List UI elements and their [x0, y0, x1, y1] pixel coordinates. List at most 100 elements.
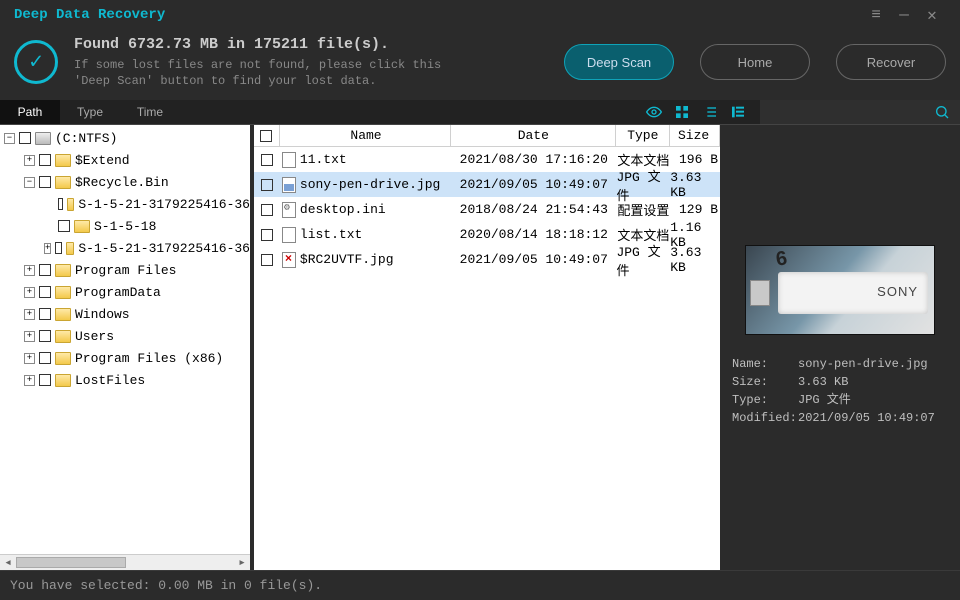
drive-icon	[35, 132, 51, 145]
file-size: 3.63 KB	[670, 172, 720, 197]
file-name: sony-pen-drive.jpg	[300, 177, 440, 192]
tree-expand-icon[interactable]: +	[24, 287, 35, 298]
tree-checkbox[interactable]	[39, 154, 51, 166]
file-checkbox[interactable]	[261, 254, 273, 266]
tree-checkbox[interactable]	[39, 352, 51, 364]
deep-scan-button[interactable]: Deep Scan	[564, 44, 674, 80]
tree-item-label[interactable]: S-1-5-21-3179225416-36	[78, 241, 250, 256]
file-checkbox[interactable]	[261, 154, 273, 166]
file-name: 11.txt	[300, 152, 347, 167]
folder-icon	[55, 352, 71, 365]
scroll-thumb[interactable]	[16, 557, 126, 568]
file-size: 196 B	[670, 147, 720, 172]
tree-checkbox[interactable]	[39, 374, 51, 386]
tree-checkbox[interactable]	[58, 220, 70, 232]
tree-root-label[interactable]: (C:NTFS)	[55, 131, 117, 146]
file-checkbox[interactable]	[261, 229, 273, 241]
meta-type-key: Type:	[732, 391, 798, 409]
tree-expand-icon[interactable]: +	[24, 155, 35, 166]
tree-item-label[interactable]: Windows	[75, 307, 130, 322]
grid-view-icon[interactable]	[668, 100, 696, 124]
select-all-checkbox[interactable]	[260, 130, 272, 142]
tree-checkbox[interactable]	[39, 286, 51, 298]
titlebar: Deep Data Recovery ≡ — ✕	[0, 0, 960, 30]
tree-expand-icon[interactable]: +	[24, 353, 35, 364]
tree-item-label[interactable]: Program Files	[75, 263, 176, 278]
file-list-header: Name Date Type Size	[254, 125, 720, 147]
tree-checkbox[interactable]	[39, 330, 51, 342]
scroll-right-icon[interactable]: ▸	[234, 555, 250, 570]
tree-checkbox[interactable]	[19, 132, 31, 144]
tree-checkbox[interactable]	[39, 264, 51, 276]
meta-size-key: Size:	[732, 373, 798, 391]
tree-checkbox[interactable]	[58, 198, 63, 210]
tree-expand-icon[interactable]: +	[44, 243, 51, 254]
col-type[interactable]: Type	[616, 125, 670, 146]
tree-collapse-icon[interactable]: −	[24, 177, 35, 188]
tree-item-label[interactable]: Program Files (x86)	[75, 351, 223, 366]
file-name: $RC2UVTF.jpg	[300, 252, 394, 267]
hint-line-1: If some lost files are not found, please…	[74, 57, 538, 73]
folder-tree[interactable]: − (C:NTFS) + $Extend − $Recycle.Bin S-1-…	[0, 125, 250, 570]
home-button[interactable]: Home	[700, 44, 810, 80]
tab-path[interactable]: Path	[0, 100, 60, 124]
menu-icon[interactable]: ≡	[862, 6, 890, 24]
tree-checkbox[interactable]	[39, 308, 51, 320]
tab-time[interactable]: Time	[120, 100, 180, 124]
tree-expand-icon[interactable]: +	[24, 375, 35, 386]
tree-expand-icon[interactable]: +	[24, 331, 35, 342]
tree-item-label[interactable]: Users	[75, 329, 114, 344]
minimize-icon[interactable]: —	[890, 6, 918, 24]
app-title: Deep Data Recovery	[14, 7, 165, 23]
folder-icon	[55, 176, 71, 189]
list-view-icon[interactable]	[696, 100, 724, 124]
detail-view-icon[interactable]	[724, 100, 752, 124]
tree-item-label[interactable]: $Extend	[75, 153, 130, 168]
meta-name-key: Name:	[732, 355, 798, 373]
close-icon[interactable]: ✕	[918, 5, 946, 25]
file-size: 1.16 KB	[670, 222, 720, 247]
recover-button[interactable]: Recover	[836, 44, 946, 80]
file-date: 2021/08/30 17:16:20	[451, 147, 616, 172]
file-row[interactable]: $RC2UVTF.jpg2021/09/05 10:49:07JPG 文件3.6…	[254, 247, 720, 272]
tree-item-label[interactable]: S-1-5-21-3179225416-36	[78, 197, 250, 212]
tree-item-label[interactable]: ProgramData	[75, 285, 161, 300]
tree-item-label[interactable]: LostFiles	[75, 373, 145, 388]
tree-item-label[interactable]: $Recycle.Bin	[75, 175, 169, 190]
col-date[interactable]: Date	[451, 125, 616, 146]
file-row[interactable]: desktop.ini2018/08/24 21:54:43配置设置129 B	[254, 197, 720, 222]
scan-summary-header: ✓ Found 6732.73 MB in 175211 file(s). If…	[0, 30, 960, 100]
file-date: 2021/09/05 10:49:07	[451, 172, 616, 197]
folder-icon	[67, 198, 74, 211]
status-bar: You have selected: 0.00 MB in 0 file(s).	[0, 570, 960, 600]
file-date: 2018/08/24 21:54:43	[451, 197, 616, 222]
file-metadata: Name:sony-pen-drive.jpg Size:3.63 KB Typ…	[732, 355, 948, 427]
file-list[interactable]: Name Date Type Size 11.txt 2021/08/30 17:…	[250, 125, 720, 570]
meta-size-value: 3.63 KB	[798, 373, 848, 391]
tree-checkbox[interactable]	[39, 176, 51, 188]
tree-collapse-icon[interactable]: −	[4, 133, 15, 144]
file-type-icon	[282, 252, 296, 268]
search-input[interactable]	[760, 100, 960, 124]
col-name[interactable]: Name	[280, 125, 451, 146]
tree-expand-icon[interactable]: +	[24, 265, 35, 276]
folder-icon	[55, 308, 71, 321]
tree-item-label[interactable]: S-1-5-18	[94, 219, 156, 234]
col-size[interactable]: Size	[670, 125, 720, 146]
file-row[interactable]: sony-pen-drive.jpg2021/09/05 10:49:07JPG…	[254, 172, 720, 197]
scroll-left-icon[interactable]: ◂	[0, 555, 16, 570]
preview-toggle-icon[interactable]	[640, 100, 668, 124]
folder-icon	[55, 330, 71, 343]
folder-icon	[66, 242, 74, 255]
file-date: 2021/09/05 10:49:07	[451, 247, 616, 272]
file-type: JPG 文件	[616, 247, 670, 272]
tree-expand-icon[interactable]: +	[24, 309, 35, 320]
tab-type[interactable]: Type	[60, 100, 120, 124]
file-checkbox[interactable]	[261, 204, 273, 216]
meta-type-value: JPG 文件	[798, 391, 851, 409]
tree-checkbox[interactable]	[55, 242, 62, 254]
tree-horizontal-scrollbar[interactable]: ◂ ▸	[0, 554, 250, 570]
found-summary: Found 6732.73 MB in 175211 file(s).	[74, 35, 538, 55]
file-checkbox[interactable]	[261, 179, 273, 191]
file-name: list.txt	[300, 227, 362, 242]
